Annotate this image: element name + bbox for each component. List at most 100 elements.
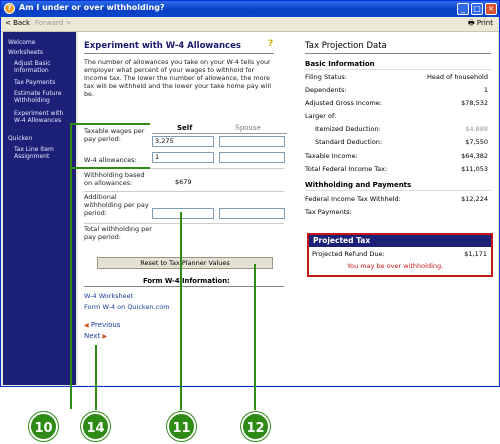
row-label: Adjusted Gross Income:	[305, 99, 383, 107]
row-label: Standard Deduction:	[315, 138, 383, 146]
maximize-icon[interactable]: □	[471, 3, 483, 15]
fed-withheld-row: Federal Income Tax Withheld: $12,224	[305, 195, 488, 203]
withholding-based-label: Withholding based on allowances:	[84, 171, 145, 187]
callout-10: 10	[29, 412, 58, 441]
taxable-wages-label: Taxable wages per pay period:	[84, 127, 145, 143]
projected-tax-box: Projected Tax Projected Refund Due: $1,1…	[307, 233, 493, 277]
sidebar-item-tax-line-item[interactable]: Tax Line Item Assignment	[14, 146, 72, 160]
previous-label: Previous	[90, 321, 121, 329]
callout-10-line-top	[70, 123, 150, 125]
standard-row: Standard Deduction: $7,550	[315, 138, 488, 146]
row-value: 1	[483, 86, 488, 94]
callout-11-line	[180, 212, 182, 410]
print-button[interactable]: 🖶 Print	[468, 19, 493, 30]
forward-button[interactable]: Forward >	[35, 19, 71, 27]
refund-value: $1,171	[464, 250, 487, 258]
sidebar-item-worksheets[interactable]: Worksheets	[8, 49, 43, 56]
callout-12: 12	[241, 412, 270, 441]
close-icon[interactable]: ×	[485, 3, 497, 15]
projection-title: Tax Projection Data	[305, 41, 387, 51]
projection-divider	[305, 53, 491, 54]
row-value: $7,550	[465, 138, 488, 146]
sidebar: Welcome Worksheets Adjust Basic Informat…	[3, 32, 76, 385]
reset-button[interactable]: Reset to Tax Planner Values	[97, 257, 273, 269]
taxable-wages-spouse-input[interactable]	[219, 136, 285, 147]
column-spouse-header: Spouse	[235, 124, 261, 132]
window-title: Am I under or over withholding?	[19, 3, 165, 12]
total-tax-row: Total Federal Income Tax: $11,053	[305, 165, 488, 173]
withholding-based-self-value: $679	[175, 178, 192, 186]
taxable-wages-self-input[interactable]: 3,275	[152, 136, 214, 147]
filing-status-row: Filing Status: Head of household	[305, 73, 488, 81]
additional-withholding-label: Additional withholding per pay period:	[84, 193, 149, 217]
callout-12-line	[254, 264, 256, 410]
row-value: $12,224	[461, 195, 488, 203]
withholding-divider	[305, 190, 491, 191]
w4-worksheet-link[interactable]: W-4 Worksheet	[84, 292, 133, 300]
print-label: Print	[476, 19, 493, 27]
help-icon[interactable]: ?	[268, 39, 277, 49]
minimize-icon[interactable]: _	[457, 3, 469, 15]
row-label: Larger of:	[305, 112, 337, 120]
w4-quicken-link[interactable]: Form W-4 on Quicken.com	[84, 303, 170, 311]
additional-self-input[interactable]	[152, 208, 214, 219]
projected-tax-heading: Projected Tax	[309, 235, 491, 247]
refund-label: Projected Refund Due:	[312, 250, 385, 258]
total-withholding-label: Total withholding per pay period:	[84, 225, 152, 241]
experiment-title: Experiment with W-4 Allowances	[84, 41, 241, 51]
row-label: Taxable Income:	[305, 152, 358, 160]
taxable-income-row: Taxable Income: $64,382	[305, 152, 488, 160]
agi-row: Adjusted Gross Income: $78,532	[305, 99, 488, 107]
arrow-right-icon: ▶	[102, 333, 108, 340]
next-link[interactable]: Next ▶	[84, 332, 107, 340]
allowances-self-input[interactable]: 1	[152, 152, 214, 163]
app-window: ? Am I under or over withholding? _ □ × …	[0, 0, 500, 387]
larger-of-row: Larger of:	[305, 112, 488, 120]
sidebar-item-experiment-w4[interactable]: Experiment with W-4 Allowances	[14, 110, 72, 124]
itemized-row: Itemized Deduction: $4,888	[315, 125, 488, 133]
row-label: Dependents:	[305, 86, 347, 94]
title-divider	[84, 53, 274, 54]
next-label: Next	[84, 332, 101, 340]
row-divider-3	[84, 223, 284, 224]
over-withholding-warning: You may be over withholding.	[347, 262, 444, 270]
row-label: Tax Payments:	[305, 208, 352, 216]
allowances-label: W-4 allowances:	[84, 156, 137, 164]
row-label: Itemized Deduction:	[315, 125, 381, 133]
column-header-divider	[152, 133, 287, 134]
callout-10-line-bottom	[70, 167, 150, 169]
sidebar-item-tax-payments[interactable]: Tax Payments	[14, 79, 55, 86]
printer-icon: 🖶	[468, 19, 475, 27]
row-value: $78,532	[461, 99, 488, 107]
tax-payments-row: Tax Payments:	[305, 208, 488, 216]
basic-divider	[305, 69, 491, 70]
row-divider-2	[84, 191, 284, 192]
additional-spouse-input[interactable]	[219, 208, 285, 219]
column-self-header: Self	[177, 124, 193, 132]
w4-info-heading: Form W-4 Information:	[143, 277, 230, 285]
previous-link[interactable]: ◀ Previous	[84, 321, 120, 329]
back-button[interactable]: < Back	[5, 19, 30, 27]
allowances-spouse-input[interactable]	[219, 152, 285, 163]
app-icon: ?	[4, 3, 15, 14]
row-value: $4,888	[465, 125, 488, 133]
row-value: Head of household	[426, 73, 488, 81]
intro-paragraph: The number of allowances you take on you…	[84, 58, 272, 98]
callout-11: 11	[167, 412, 196, 441]
sidebar-item-estimate-withholding[interactable]: Estimate Future Withholding	[14, 90, 72, 104]
title-bar: ? Am I under or over withholding? _ □ ×	[1, 1, 499, 17]
row-value: $11,053	[461, 165, 488, 173]
sidebar-item-quicken[interactable]: Quicken	[8, 135, 32, 142]
row-label: Filing Status:	[305, 73, 347, 81]
row-value: $64,382	[461, 152, 488, 160]
sidebar-item-adjust-basic[interactable]: Adjust Basic Information	[14, 60, 72, 74]
withholding-heading: Withholding and Payments	[305, 181, 412, 189]
callout-10-line	[70, 123, 72, 409]
dependents-row: Dependents: 1	[305, 86, 488, 94]
sidebar-item-welcome[interactable]: Welcome	[8, 39, 35, 46]
toolbar: < Back Forward > 🖶 Print	[1, 17, 499, 32]
basic-info-heading: Basic Information	[305, 60, 375, 68]
callout-14: 14	[81, 412, 110, 441]
main-content: Experiment with W-4 Allowances ? The num…	[78, 32, 498, 385]
row-label: Federal Income Tax Withheld:	[305, 195, 401, 203]
